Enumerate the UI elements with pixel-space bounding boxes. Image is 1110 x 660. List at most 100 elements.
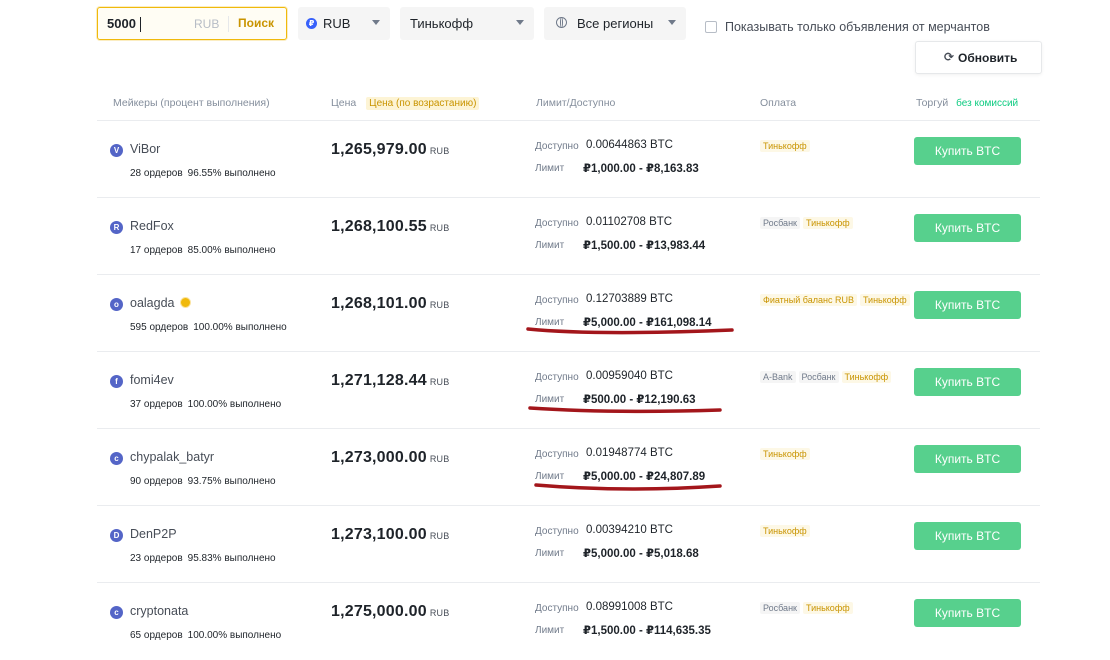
price-sort-toggle[interactable]: Цена (по возрастанию) [366,97,480,110]
payment-method-tag: Фиатный баланс RUB [760,294,857,306]
merchant-only-checkbox[interactable] [705,21,717,33]
region-select-value: Все регионы [577,16,654,31]
maker-stats: 17 ордеров 85.00% выполнено [130,245,276,256]
refresh-icon: ⟳ [944,50,955,64]
maker-name-link[interactable]: RedFox [130,219,174,233]
maker-name[interactable]: oalagda [130,296,175,310]
region-select[interactable]: Все регионы [544,7,686,40]
limit-range: ₽1,500.00 - ₽13,983.44 [583,240,706,252]
buy-btc-button[interactable]: Купить BTC [914,137,1021,165]
limit-label: Лимит [535,240,565,251]
limit-range: ₽1,000.00 - ₽8,163.83 [583,163,699,175]
available-label: Доступно [535,295,579,306]
chevron-down-icon [516,20,524,25]
completion-rate: 95.83% выполнено [187,553,276,564]
offer-price: 1,273,000.00 RUB [331,449,449,467]
ruble-coin-icon: ₽ [306,18,317,29]
available-amount: 0.00394210 BTC [586,524,673,536]
payment-method-tag: Тинькофф [841,371,892,383]
maker-name[interactable]: DenP2P [130,527,177,541]
payment-methods: Росбанк Тинькофф [760,217,856,229]
completion-rate: 100.00% выполнено [187,630,282,641]
column-header-limit: Лимит/Доступно [536,97,616,109]
buy-btc-button[interactable]: Купить BTC [914,214,1021,242]
maker-name-link[interactable]: DenP2P [130,527,177,541]
fiat-select-value: RUB [323,16,351,31]
price-value: 1,273,100.00 [331,526,427,543]
buy-btc-button[interactable]: Купить BTC [914,522,1021,550]
maker-stats: 23 ордеров 95.83% выполнено [130,553,276,564]
avatar[interactable]: R [110,221,123,234]
payment-method-tag: A-Bank [760,371,796,383]
maker-stats: 65 ордеров 100.00% выполнено [130,630,281,641]
maker-name-link[interactable]: cryptonata [130,604,188,618]
limit-range: ₽5,000.00 - ₽5,018.68 [583,548,699,560]
limit-label: Лимит [535,163,565,174]
completion-rate: 85.00% выполнено [187,245,276,256]
avatar[interactable]: V [110,144,123,157]
buy-btc-button[interactable]: Купить BTC [914,291,1021,319]
completion-rate: 93.75% выполнено [187,476,276,487]
maker-name-link[interactable]: ViBor [130,142,160,156]
payment-select[interactable]: Тинькофф [400,7,534,40]
available-label: Доступно [535,526,579,537]
amount-input[interactable]: 5000 RUB Поиск [97,7,287,40]
price-unit: RUB [429,608,450,618]
buy-btc-button[interactable]: Купить BTC [914,599,1021,627]
maker-name[interactable]: fomi4ev [130,373,174,387]
price-unit: RUB [429,454,450,464]
maker-name[interactable]: cryptonata [130,604,188,618]
avatar[interactable]: o [110,298,123,311]
maker-name-link[interactable]: fomi4ev [130,373,174,387]
maker-stats: 37 ордеров 100.00% выполнено [130,399,281,410]
maker-stats: 595 ордеров 100.00% выполнено [130,322,287,333]
available-label: Доступно [535,603,579,614]
avatar[interactable]: f [110,375,123,388]
maker-name-link[interactable]: oalagda [130,296,191,310]
payment-methods: Росбанк Тинькофф [760,602,856,614]
column-header-price-label: Цена [331,97,357,109]
available-amount: 0.08991008 BTC [586,601,673,613]
maker-name-link[interactable]: chypalak_batyr [130,450,214,464]
orders-count: 595 ордеров [130,322,189,333]
column-header-trade-label: Торгуй [916,97,949,109]
maker-name[interactable]: RedFox [130,219,174,233]
zero-fee-badge: без комиссий [956,98,1019,109]
completion-rate: 96.55% выполнено [187,168,276,179]
amount-value[interactable]: 5000 [107,16,136,31]
chevron-down-icon [668,20,676,25]
fiat-select[interactable]: ₽ RUB [298,7,390,40]
offer-row: D DenP2P 23 ордеров 95.83% выполнено 1,273,1… [97,505,1040,583]
avatar[interactable]: c [110,606,123,619]
orders-count: 28 ордеров [130,168,183,179]
offer-row: o oalagda 595 ордеров 100.00% выполнено 1,26… [97,274,1040,352]
price-value: 1,273,000.00 [331,449,427,466]
column-header-payment: Оплата [760,97,797,109]
chevron-down-icon [372,20,380,25]
globe-icon [556,17,567,28]
buy-btc-button[interactable]: Купить BTC [914,368,1021,396]
avatar[interactable]: c [110,452,123,465]
limit-label: Лимит [535,394,565,405]
avatar[interactable]: D [110,529,123,542]
refresh-label: Обновить [958,51,1018,65]
offer-price: 1,268,101.00 RUB [331,295,449,313]
search-button[interactable]: Поиск [238,16,274,30]
offer-row: V ViBor 28 ордеров 96.55% выполнено 1,265,97… [97,120,1040,198]
limit-label: Лимит [535,471,565,482]
buy-btc-button[interactable]: Купить BTC [914,445,1021,473]
offer-row: c chypalak_batyr 90 ордеров 93.75% выполнен… [97,428,1040,506]
limit-range: ₽500.00 - ₽12,190.63 [583,394,696,406]
limit-range: ₽5,000.00 - ₽24,807.89 [583,471,706,483]
refresh-button[interactable]: ⟳ Обновить [915,41,1042,74]
merchant-only-label[interactable]: Показывать только объявления от мерчанто… [725,20,990,34]
payment-methods: Фиатный баланс RUB Тинькофф [760,294,913,306]
price-unit: RUB [429,531,450,541]
payment-method-tag: Тинькофф [802,602,853,614]
maker-name[interactable]: chypalak_batyr [130,450,214,464]
payment-method-tag: Тинькофф [802,217,853,229]
maker-name[interactable]: ViBor [130,142,160,156]
amount-currency: RUB [194,17,220,31]
payment-methods: Тинькофф [760,140,813,152]
price-unit: RUB [429,377,450,387]
